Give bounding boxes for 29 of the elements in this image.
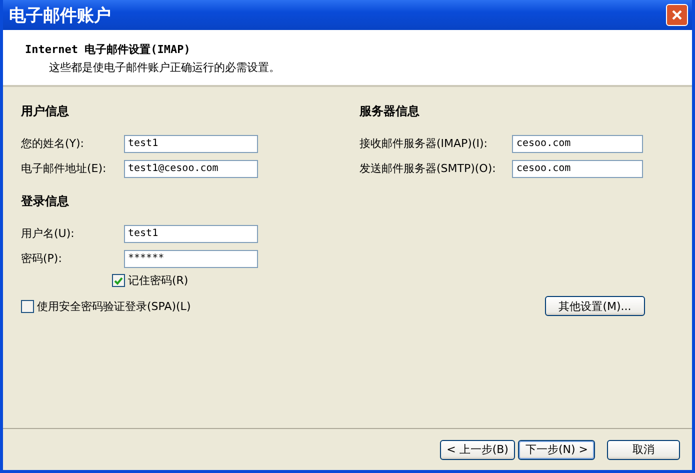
- field-label: 电子邮件地址(E):: [21, 161, 108, 176]
- field-label: 您的姓名(Y):: [21, 136, 86, 151]
- section-heading: 服务器信息: [359, 103, 420, 120]
- field-label: 用户名(U):: [21, 226, 76, 241]
- checkbox-label: 记住密码(R): [128, 273, 188, 288]
- section-heading: 用户信息: [21, 103, 70, 120]
- window-title: 电子邮件账户: [9, 4, 111, 26]
- close-icon: [671, 9, 683, 21]
- field-label: 密码(P):: [21, 251, 63, 266]
- dialog-button[interactable]: 取消: [607, 440, 680, 460]
- checkbox[interactable]: [112, 274, 125, 287]
- checkmark-icon: [114, 276, 123, 284]
- header-title: Internet 电子邮件设置(IMAP): [25, 42, 192, 57]
- field-label: 发送邮件服务器(SMTP)(O):: [359, 161, 497, 176]
- close-button[interactable]: [666, 4, 688, 26]
- field-label: 接收邮件服务器(IMAP)(I):: [359, 136, 488, 151]
- input-field[interactable]: test1@cesoo.com: [124, 160, 258, 178]
- dialog-button[interactable]: 下一步(N) >: [518, 440, 595, 460]
- input-field[interactable]: cesoo.com: [512, 160, 644, 178]
- input-field[interactable]: cesoo.com: [512, 134, 644, 152]
- checkbox[interactable]: [21, 300, 34, 312]
- input-field[interactable]: ******: [124, 250, 258, 268]
- dialog-button[interactable]: < 上一步(B): [440, 440, 516, 460]
- input-field[interactable]: test1: [124, 134, 258, 152]
- header-subtitle: 这些都是使电子邮件账户正确运行的必需设置。: [48, 60, 281, 75]
- section-heading: 登录信息: [21, 193, 70, 210]
- input-field[interactable]: test1: [124, 224, 258, 242]
- checkbox-label: 使用安全密码验证登录(SPA)(L): [37, 298, 191, 314]
- more-settings-button[interactable]: 其他设置(M)...: [545, 296, 645, 316]
